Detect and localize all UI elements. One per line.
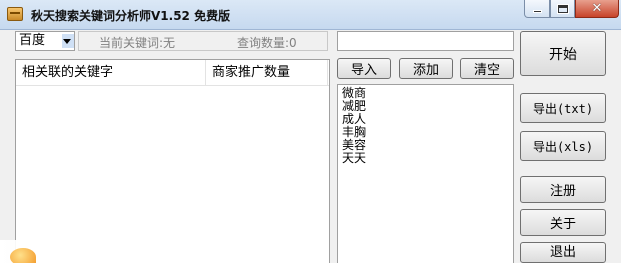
add-button[interactable]: 添加 [399, 58, 453, 79]
register-button[interactable]: 注册 [520, 176, 606, 203]
window-title: 秋天搜索关键词分析师V1.52 免费版 [31, 9, 231, 23]
clear-button[interactable]: 清空 [460, 58, 514, 79]
query-count-status: 查询数量:0 [237, 36, 297, 50]
list-item: 丰胸 [342, 125, 367, 139]
start-button[interactable]: 开始 [520, 31, 606, 76]
corner-decoration [0, 240, 160, 263]
keyword-input[interactable] [337, 31, 514, 51]
close-button[interactable]: ✕ [575, 0, 619, 18]
exit-button[interactable]: 退出 [520, 242, 606, 263]
list-item: 美容 [342, 138, 367, 152]
close-icon: ✕ [591, 1, 603, 16]
leaf-icon [10, 248, 36, 263]
list-item: 减肥 [342, 99, 367, 113]
about-button[interactable]: 关于 [520, 209, 606, 236]
current-keyword-status: 当前关键词:无 [99, 36, 176, 50]
app-icon [7, 7, 23, 21]
results-table[interactable]: 相关联的关键字 商家推广数量 [15, 59, 330, 263]
minimize-button[interactable] [524, 0, 550, 18]
results-table-header: 相关联的关键字 商家推广数量 [16, 60, 329, 86]
search-engine-select[interactable]: 百度 [15, 31, 75, 51]
status-bar: 当前关键词:无 查询数量:0 [78, 31, 328, 51]
list-item: 天天 [342, 151, 367, 165]
list-item: 成人 [342, 112, 367, 126]
maximize-icon [556, 3, 569, 14]
column-header-ad-count[interactable]: 商家推广数量 [206, 60, 328, 86]
title-bar: 秋天搜索关键词分析师V1.52 免费版 ✕ [0, 0, 621, 30]
keyword-list[interactable]: 微商 减肥 成人 丰胸 美容 天天 [337, 84, 514, 263]
chevron-down-icon [63, 39, 71, 44]
import-button[interactable]: 导入 [337, 58, 391, 79]
maximize-button[interactable] [550, 0, 575, 18]
export-xls-button[interactable]: 导出(xls) [520, 131, 606, 161]
export-txt-button[interactable]: 导出(txt) [520, 93, 606, 123]
minimize-icon [532, 10, 542, 13]
column-header-related-keyword[interactable]: 相关联的关键字 [16, 60, 206, 86]
list-item: 微商 [342, 86, 367, 100]
search-engine-value: 百度 [19, 33, 46, 48]
